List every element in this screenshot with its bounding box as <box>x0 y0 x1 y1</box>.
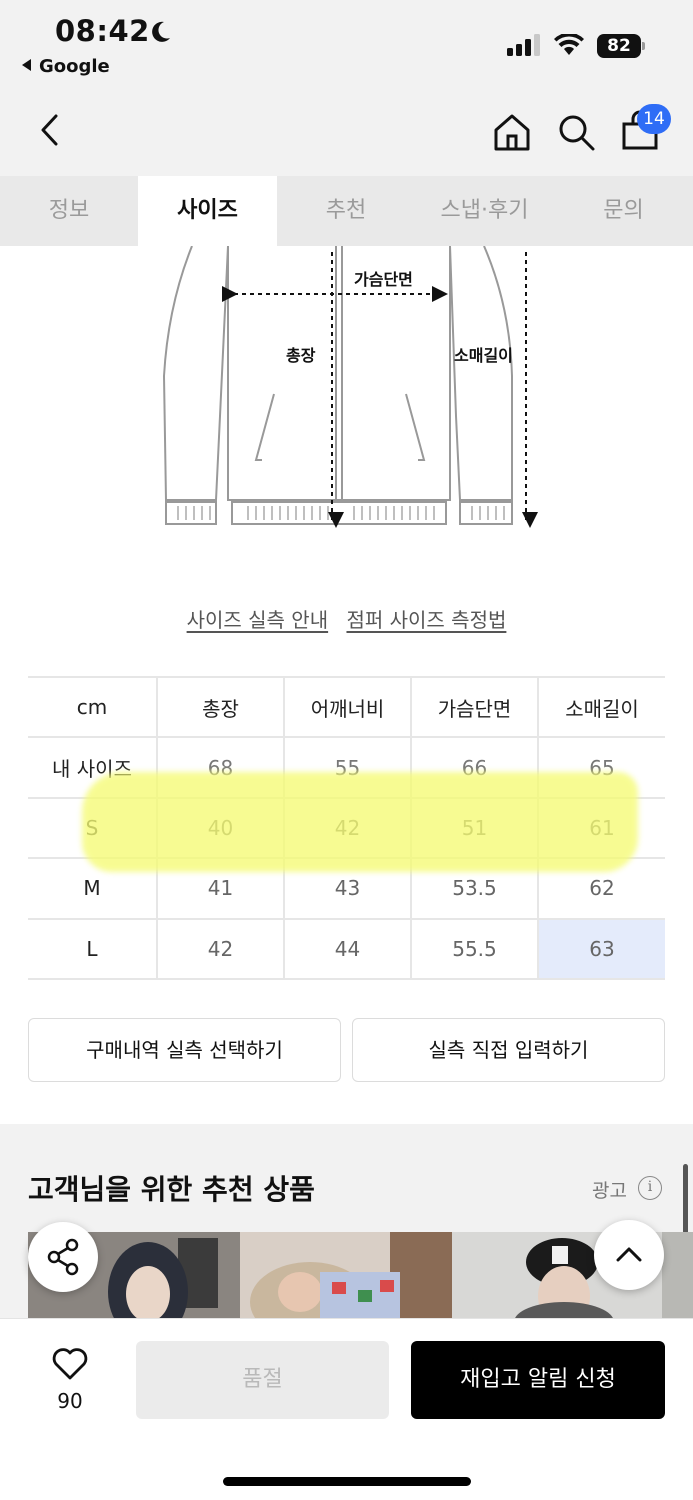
moon-icon <box>152 21 170 42</box>
table-row-label: S <box>28 796 158 860</box>
table-cell: 51 <box>410 796 539 860</box>
tab-size[interactable]: 사이즈 <box>138 176 277 246</box>
soldout-button: 품절 <box>136 1341 389 1419</box>
size-table: cm 총장 어깨너비 가슴단면 소매길이 내 사이즈 68 55 66 65 S… <box>28 675 665 980</box>
table-cell-highlighted: 63 <box>537 917 665 980</box>
search-icon[interactable] <box>556 112 596 152</box>
tab-snap-review[interactable]: 스냅·후기 <box>415 176 554 246</box>
bottom-purchase-bar: 90 품절 재입고 알림 신청 <box>0 1318 693 1500</box>
table-row-m: M 41 43 53.5 62 <box>28 857 665 920</box>
table-row-label: 내 사이즈 <box>28 736 158 799</box>
scrollbar[interactable] <box>683 1164 688 1234</box>
diagram-sleeve-label: 소매길이 <box>454 346 513 365</box>
table-row-s: S 40 42 51 61 <box>28 796 665 860</box>
size-diagram: 가슴단면 총장 소매길이 <box>150 245 550 536</box>
product-tabs: 정보 사이즈 추천 스냅·후기 문의 <box>0 176 693 246</box>
table-cell: 55 <box>283 736 412 799</box>
back-app-label: Google <box>39 56 110 77</box>
recommendation-title: 고객님을 위한 추천 상품 <box>28 1173 315 1206</box>
table-cell: 41 <box>156 857 285 920</box>
table-cell: 42 <box>156 917 285 980</box>
table-cell: 66 <box>410 736 539 799</box>
app-header <box>0 90 693 176</box>
table-cell: 65 <box>537 736 665 799</box>
jacket-outline-illustration <box>162 245 538 528</box>
status-time: 08:42 <box>55 14 150 48</box>
table-header-cell: cm <box>28 675 158 739</box>
diagram-chest-label: 가슴단면 <box>352 266 415 290</box>
scroll-to-top-button[interactable] <box>594 1220 664 1290</box>
direct-input-measure-button[interactable]: 실측 직접 입력하기 <box>352 1018 665 1082</box>
jumper-measure-link[interactable]: 점퍼 사이즈 측정법 <box>346 608 506 632</box>
table-row-my-size: 내 사이즈 68 55 66 65 <box>28 736 665 799</box>
back-arrow-icon[interactable] <box>34 110 64 150</box>
table-row-label: M <box>28 857 158 920</box>
signal-icon <box>507 34 540 56</box>
table-header-cell: 가슴단면 <box>410 675 539 739</box>
cart-count-badge: 14 <box>637 104 671 134</box>
measure-action-row: 구매내역 실측 선택하기 실측 직접 입력하기 <box>28 1018 665 1082</box>
back-triangle-icon <box>22 59 31 71</box>
table-header-row: cm 총장 어깨너비 가슴단면 소매길이 <box>28 675 665 739</box>
chevron-up-icon <box>616 1247 642 1262</box>
status-bar: 08:42 Google 82 <box>0 0 693 90</box>
purchase-history-measure-button[interactable]: 구매내역 실측 선택하기 <box>28 1018 341 1082</box>
tab-info[interactable]: 정보 <box>0 176 138 246</box>
like-button[interactable]: 90 <box>50 1345 90 1413</box>
tab-recommend[interactable]: 추천 <box>277 176 415 246</box>
diagram-length-label: 총장 <box>286 346 316 365</box>
table-cell: 61 <box>537 796 665 860</box>
share-icon <box>47 1238 79 1276</box>
home-indicator[interactable] <box>223 1477 471 1486</box>
battery-icon: 82 <box>597 34 645 58</box>
like-count: 90 <box>57 1389 83 1413</box>
table-cell: 62 <box>537 857 665 920</box>
size-guide-link[interactable]: 사이즈 실측 안내 <box>187 608 329 632</box>
table-cell: 55.5 <box>410 917 539 980</box>
info-icon[interactable]: i <box>638 1176 662 1200</box>
tab-inquiry[interactable]: 문의 <box>554 176 693 246</box>
wifi-icon <box>554 34 584 55</box>
table-cell: 43 <box>283 857 412 920</box>
table-header-cell: 소매길이 <box>537 675 665 739</box>
size-guide-links: 사이즈 실측 안내 점퍼 사이즈 측정법 <box>0 604 693 633</box>
share-button[interactable] <box>28 1222 98 1292</box>
table-row-l: L 42 44 55.5 63 <box>28 917 665 980</box>
table-header-cell: 어깨너비 <box>283 675 412 739</box>
table-cell: 42 <box>283 796 412 860</box>
battery-level: 82 <box>597 34 641 58</box>
table-cell: 68 <box>156 736 285 799</box>
ad-label: 광고 <box>592 1180 627 1202</box>
table-row-label: L <box>28 917 158 980</box>
table-cell: 40 <box>156 796 285 860</box>
table-cell: 53.5 <box>410 857 539 920</box>
product-thumbnail[interactable] <box>240 1232 452 1322</box>
table-header-cell: 총장 <box>156 675 285 739</box>
back-to-app-link[interactable]: Google <box>22 56 110 77</box>
heart-icon <box>52 1348 88 1380</box>
battery-nub <box>642 42 645 50</box>
restock-alert-button[interactable]: 재입고 알림 신청 <box>411 1341 665 1419</box>
table-cell: 44 <box>283 917 412 980</box>
home-icon[interactable] <box>492 112 532 152</box>
